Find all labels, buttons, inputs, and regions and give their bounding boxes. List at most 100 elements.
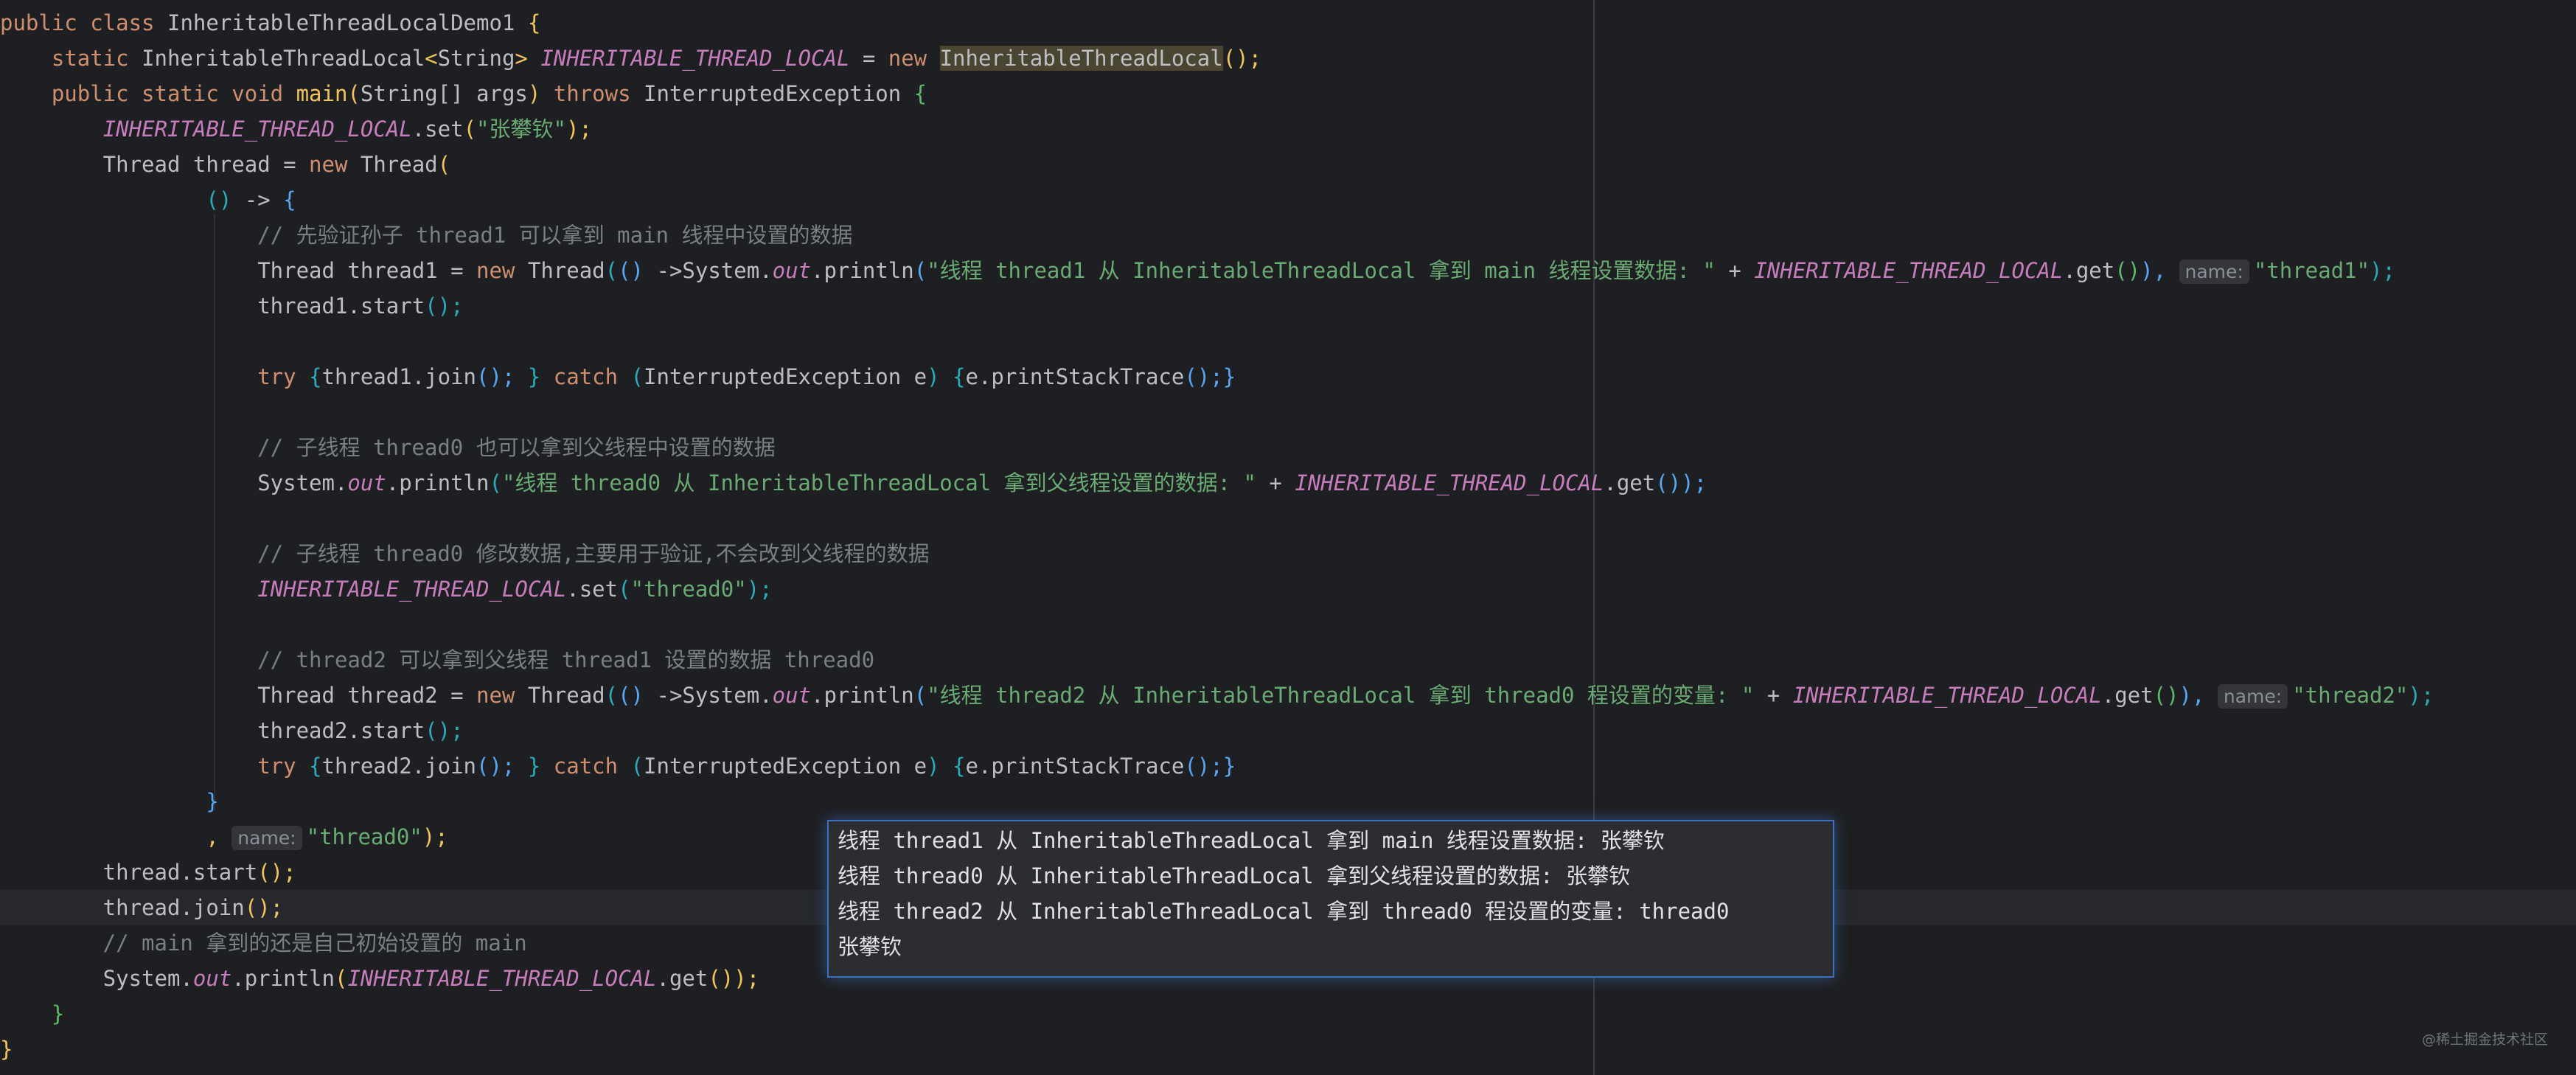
output-line: 张攀钦 [838,934,902,959]
code-token: ), [2140,258,2179,283]
code-token: INHERITABLE_THREAD_LOCAL [1792,683,2102,708]
code-token: e.printStackTrace [965,364,1185,389]
code-token: .get [1604,470,1656,495]
code-line[interactable]: Thread thread2 = new Thread(() ->System.… [0,678,2576,713]
code-token: -> [244,187,284,212]
code-line[interactable]: } [0,996,2576,1031]
code-token: } [206,789,219,814]
code-token: ()); [1655,470,1708,495]
code-token: ( [334,966,348,991]
code-token: + [1715,258,1755,283]
code-token: "线程 thread1 从 InheritableThreadLocal 拿到 … [927,258,1716,283]
code-token: { [913,81,927,106]
code-token: thread1.start [0,293,425,319]
code-token: "thread2" [2292,683,2409,708]
code-token: } [527,364,554,389]
code-token: // main 拿到的还是自己初始设置的 main [0,930,527,956]
code-token: ); [746,577,773,602]
output-line: 线程 thread2 从 InheritableThreadLocal 拿到 t… [838,899,1730,924]
code-token: "thread0" [306,824,422,849]
code-line[interactable]: Thread thread = new Thread( [0,147,2576,182]
code-token: catch [553,364,631,389]
code-line[interactable]: // 先验证孙子 thread1 可以拿到 main 线程中设置的数据 [0,218,2576,253]
parameter-hint: name: [2179,260,2249,284]
code-token: ); [2369,258,2395,283]
code-token: () [2114,258,2141,283]
code-line[interactable]: public static void main(String[] args) t… [0,76,2576,111]
code-token: public class [0,10,167,35]
code-token: (); [1222,46,1262,71]
code-line[interactable]: } [0,784,2576,819]
code-line[interactable]: // 子线程 thread0 修改数据,主要用于验证,不会改到父线程的数据 [0,536,2576,571]
code-token: new [888,46,940,71]
parameter-hint: name: [232,826,302,850]
code-token: e.printStackTrace [965,754,1185,779]
code-token: { [283,187,296,212]
code-token: + [1256,470,1295,495]
code-line[interactable]: INHERITABLE_THREAD_LOCAL.set("thread0"); [0,571,2576,607]
code-line[interactable]: System.out.println("线程 thread0 从 Inherit… [0,465,2576,501]
code-line[interactable]: try {thread2.join(); } catch (Interrupte… [0,748,2576,784]
code-line[interactable]: } [0,1031,2576,1067]
code-token: () [2153,683,2179,708]
code-token: String [437,46,515,71]
code-line[interactable]: // thread2 可以拿到父线程 thread1 设置的数据 thread0 [0,642,2576,678]
code-line[interactable] [0,607,2576,642]
code-token: ( [913,683,927,708]
code-line[interactable] [0,501,2576,536]
code-token: .println [811,258,914,283]
code-token: // thread2 可以拿到父线程 thread1 设置的数据 thread0 [0,647,875,672]
watermark: @稀土掘金技术社区 [2421,1031,2548,1048]
code-token: { [309,754,322,779]
code-token: thread.start [0,860,258,885]
code-token: .println [232,966,335,991]
code-token: InheritableThreadLocalDemo1 [167,10,528,35]
code-token: .println [811,683,914,708]
parameter-hint: name: [2217,684,2288,709]
code-token: ( [618,577,631,602]
code-token: // 子线程 thread0 修改数据,主要用于验证,不会改到父线程的数据 [0,541,930,566]
code-line[interactable]: thread1.start(); [0,288,2576,324]
code-line[interactable]: thread2.start(); [0,713,2576,748]
code-line[interactable]: () -> { [0,182,2576,218]
code-line[interactable]: try {thread1.join(); } catch (Interrupte… [0,359,2576,394]
code-line[interactable]: public class InheritableThreadLocalDemo1… [0,5,2576,41]
output-line: 线程 thread0 从 InheritableThreadLocal 拿到父线… [838,863,1631,888]
code-token: ( [463,116,477,142]
code-token: } [527,754,554,779]
code-token: System. [0,966,193,991]
code-token: { [953,754,966,779]
code-token: (); [476,754,528,779]
code-token: "张攀钦" [476,116,566,142]
code-token: Thread [360,152,438,177]
code-line[interactable]: static InheritableThreadLocal<String> IN… [0,41,2576,76]
code-token: ); [2408,683,2434,708]
code-token: ->System. [656,683,773,708]
code-token: thread2.join [321,754,477,779]
code-token: = [849,46,888,71]
code-token: out [192,966,232,991]
code-token: new [476,683,528,708]
code-token: out [772,683,812,708]
code-token: () [206,187,245,212]
code-line[interactable] [0,324,2576,359]
code-token: ->System. [656,258,773,283]
code-token: + [1754,683,1793,708]
code-token: ) [927,754,953,779]
code-token: InheritableThreadLocal [939,46,1223,71]
code-line[interactable]: Thread thread1 = new Thread(() ->System.… [0,253,2576,288]
code-token: INHERITABLE_THREAD_LOCAL [257,577,567,602]
code-token: InheritableThreadLocal [142,46,425,71]
code-token: try [0,754,310,779]
code-token: INHERITABLE_THREAD_LOCAL [347,966,657,991]
code-line[interactable] [0,394,2576,430]
code-line[interactable]: INHERITABLE_THREAD_LOCAL.set("张攀钦"); [0,111,2576,147]
code-token: // 子线程 thread0 也可以拿到父线程中设置的数据 [0,435,776,460]
code-token: .get [2101,683,2154,708]
code-token: Thread [527,258,605,283]
code-line[interactable]: // 子线程 thread0 也可以拿到父线程中设置的数据 [0,430,2576,465]
code-token: thread1.join [321,364,477,389]
code-token: InterruptedException e [644,364,927,389]
